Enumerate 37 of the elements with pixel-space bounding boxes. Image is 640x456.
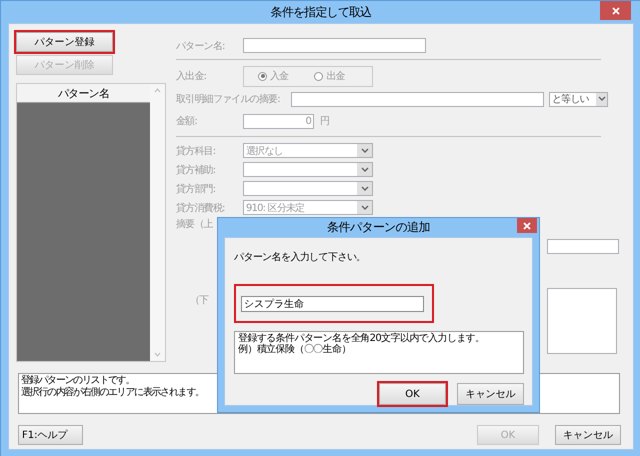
field-label: 摘要（上 [176,218,213,231]
prompt-text: パターン名を入力して下さい。 [234,250,367,264]
chevron-down-icon [598,96,606,102]
field-label: 入出金: [176,70,208,83]
account-select[interactable] [243,162,373,177]
unit-label: 円 [320,115,330,128]
field-label: 貸方科目: [176,144,216,158]
field-label: 貸方補助: [176,164,216,176]
ok-button[interactable]: OK [379,383,446,405]
field-label: パターン名: [176,40,226,52]
field-label: 貸方消費税: [176,202,226,214]
pattern-name-input[interactable]: シスプラ生命 [241,296,424,312]
dialog-title: 条件パターンの追加 [327,219,430,236]
chevron-down-icon [360,186,368,192]
pattern-list[interactable]: パターン名 [16,83,166,362]
window-title: 条件を指定して取込 [270,4,372,20]
close-icon [612,6,620,14]
cancel-button[interactable]: キャンセル [457,383,524,405]
close-button[interactable] [600,1,631,20]
field-label: （下 [190,294,210,307]
field-label: 金額: [176,114,198,128]
cancel-button[interactable]: キャンセル [555,425,621,445]
help-button[interactable]: F1:ヘルプ [18,425,83,445]
hint-text: 登録する条件パターン名を全角20文字以内で入力します。 例）積立保険（〇〇生命） [234,331,524,374]
scroll-down-icon[interactable] [154,352,161,357]
register-button[interactable]: パターン登録 [16,32,113,52]
close-button[interactable] [517,218,537,233]
chevron-down-icon [360,148,368,154]
chevron-down-icon [360,204,368,210]
field-label: 取引明細ファイルの摘要: [176,92,281,106]
field-label: 貸方部門: [176,182,216,196]
chevron-down-icon [360,166,368,172]
scroll-up-icon[interactable] [154,88,161,93]
memo-field[interactable] [547,239,619,254]
close-icon [523,222,531,230]
memo-box[interactable] [547,288,617,354]
account-select[interactable] [243,181,373,196]
